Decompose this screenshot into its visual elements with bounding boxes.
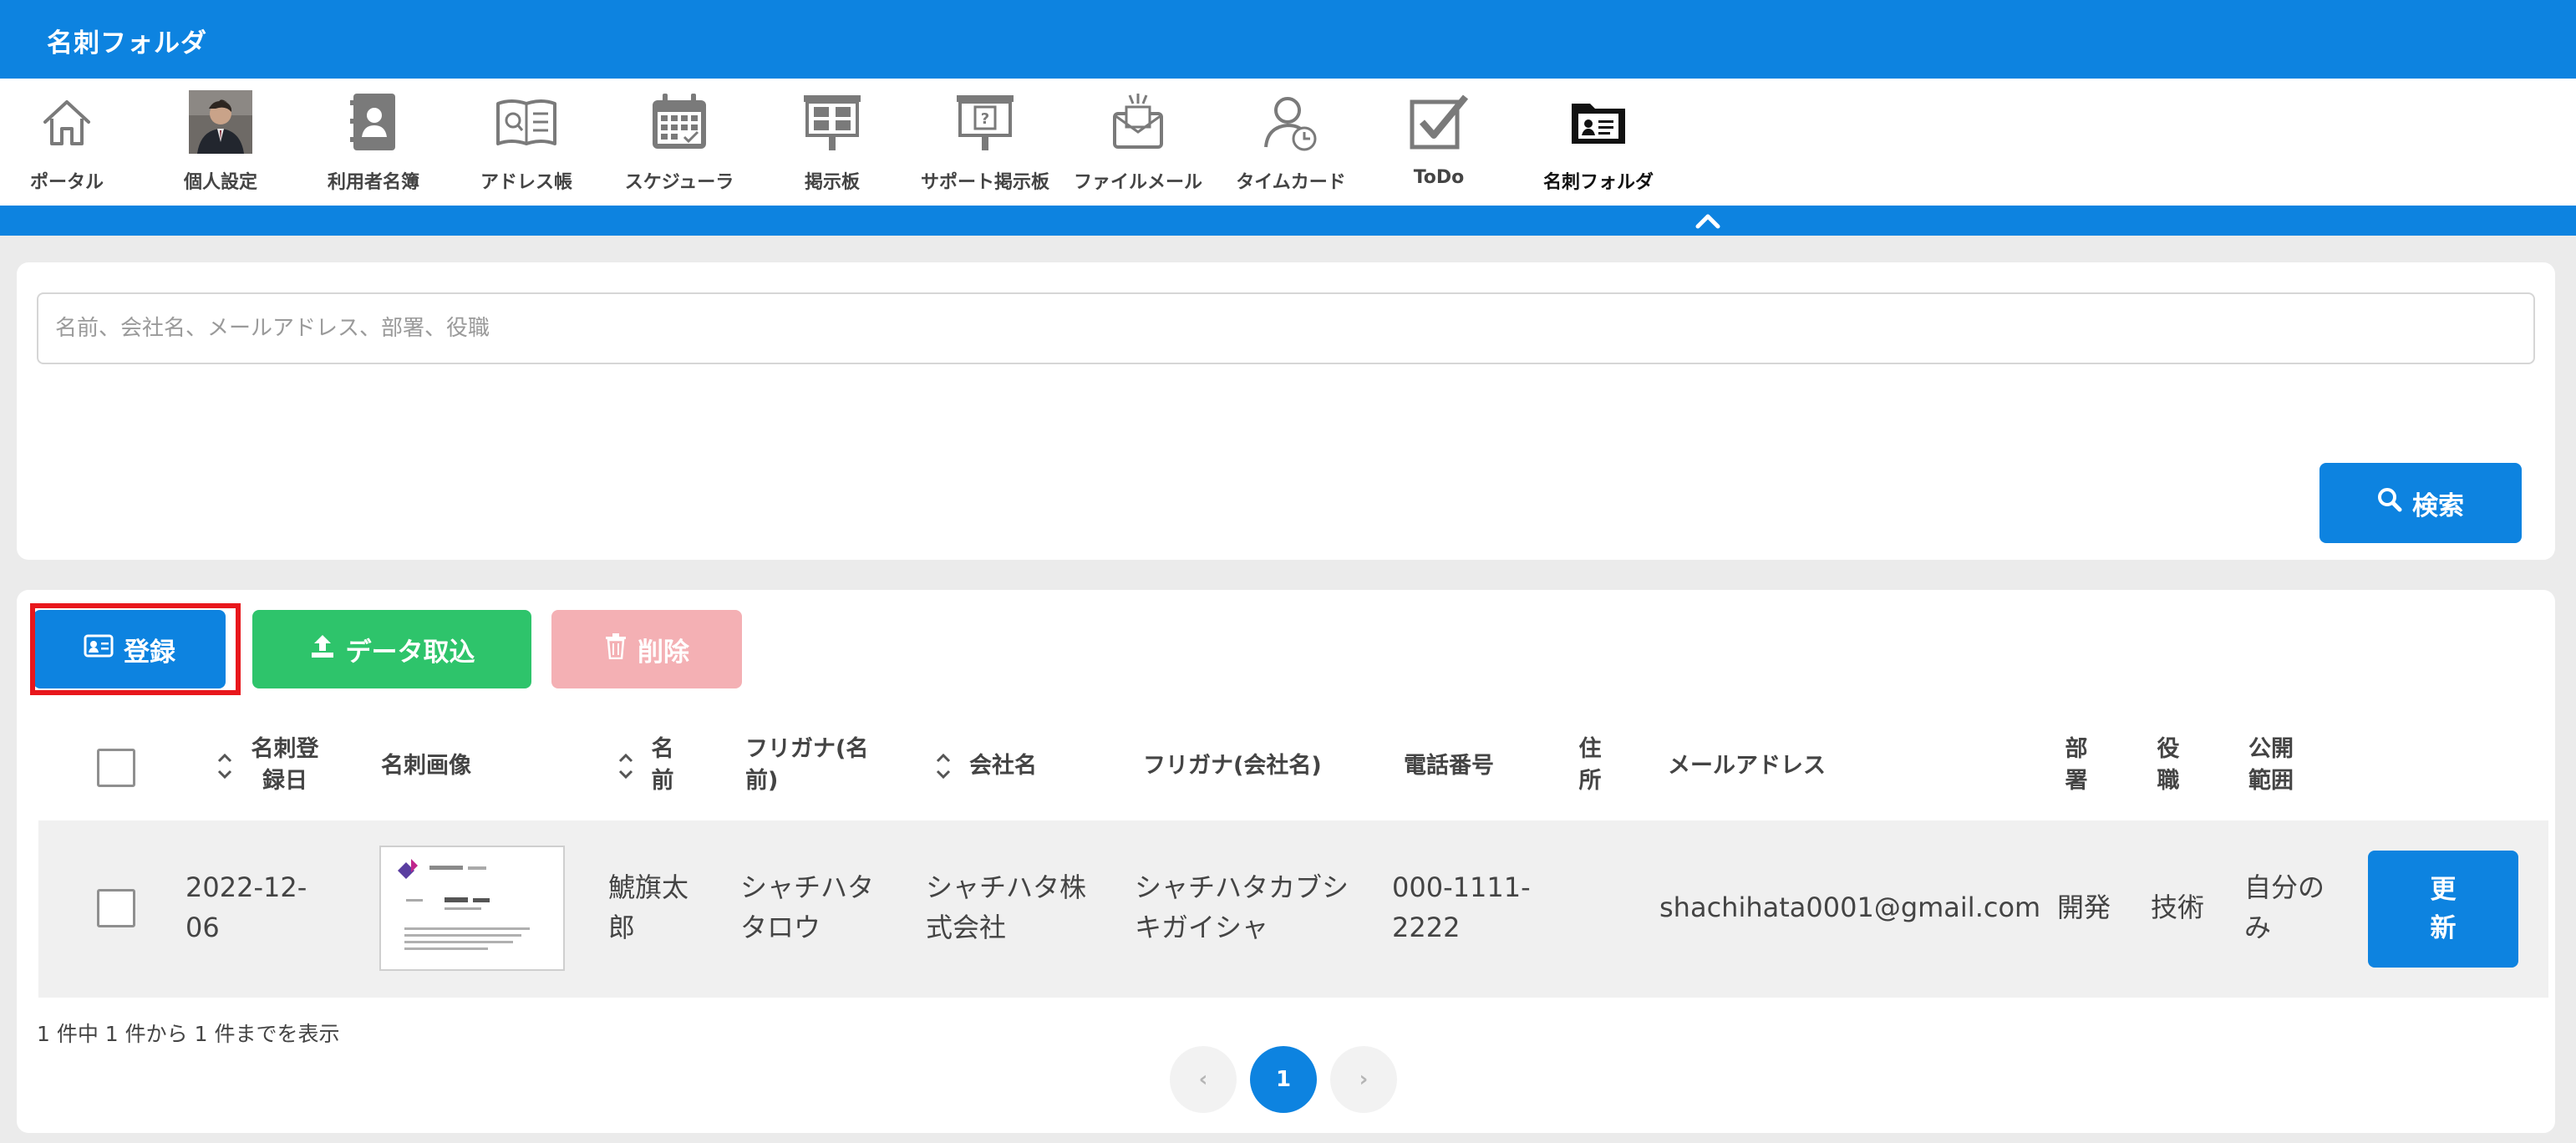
cell-email: shachihata0001@gmail.com [1659, 892, 2041, 923]
app-title: 名刺フォルダ [47, 28, 207, 58]
nav-label: 利用者名簿 [327, 172, 419, 193]
nav-item-business-card-folder[interactable]: 名刺フォルダ [1523, 79, 1674, 206]
data-import-button-label: データ取込 [345, 637, 475, 668]
nav-item-user-directory[interactable]: 利用者名簿 [298, 79, 449, 206]
column-header-company-kana: フリガナ(会社名) [1143, 753, 1322, 779]
table-header: 名刺登録日 名刺画像 名前 フリガナ(名前) 会社名 フリガナ(会社名) 電話番… [38, 712, 2548, 820]
app-header: 名刺フォルダ [0, 0, 2576, 79]
nav-label: ファイルメール [1073, 172, 1202, 193]
chevron-left-icon: ‹ [1198, 1067, 1208, 1092]
cell-name-kana: シャチハタタロウ [740, 871, 875, 943]
cell-company: シャチハタ株式会社 [926, 871, 1087, 943]
sort-icon[interactable] [934, 749, 953, 783]
nav-label: 掲示板 [804, 172, 860, 193]
nav-item-todo[interactable]: ToDo [1364, 79, 1514, 206]
cell-department: 開発 [2057, 892, 2111, 923]
cell-company-kana: シャチハタカブシキガイシャ [1135, 871, 1349, 943]
sort-icon[interactable] [216, 749, 234, 783]
column-header-name-kana: フリガナ(名前) [745, 736, 869, 794]
column-header-registered-date[interactable]: 名刺登録日 [247, 734, 323, 797]
chevron-up-icon[interactable] [1691, 209, 1725, 232]
nav-item-support-board[interactable]: ? サポート掲示板 [910, 79, 1060, 206]
cell-name: 鯱旗太郎 [608, 871, 689, 943]
todo-check-icon [1405, 89, 1472, 155]
pagination-prev-button[interactable]: ‹ [1170, 1046, 1237, 1113]
page-number: 1 [1275, 1067, 1292, 1092]
trash-icon [604, 632, 627, 666]
delete-button[interactable]: 削除 [551, 610, 742, 688]
cell-phone: 000-1111-2222 [1392, 871, 1531, 943]
nav-item-file-mail[interactable]: ファイルメール [1063, 79, 1213, 206]
column-header-phone: 電話番号 [1404, 753, 1494, 779]
column-header-name[interactable]: 名前 [648, 734, 677, 797]
data-import-button[interactable]: データ取込 [252, 610, 531, 688]
bulletin-board-icon [799, 89, 866, 155]
chevron-right-icon: › [1359, 1067, 1369, 1092]
svg-text:?: ? [981, 110, 989, 128]
business-card-list-panel: 登録 データ取込 削除 名刺登録日 名刺画像 名前 フリガナ(名前) 会社名 フ… [17, 590, 2555, 1133]
nav-item-address-book[interactable]: アドレス帳 [451, 79, 602, 206]
nav-label: ToDo [1413, 167, 1465, 188]
user-photo-icon [187, 89, 254, 155]
column-header-address: 住所 [1578, 736, 1602, 794]
sort-icon[interactable] [617, 749, 635, 783]
column-header-email: メールアドレス [1668, 753, 1826, 779]
business-card-folder-icon [1565, 89, 1632, 155]
pagination-next-button[interactable]: › [1330, 1046, 1397, 1113]
nav-label: アドレス帳 [480, 172, 572, 193]
search-panel: 検索 [17, 262, 2555, 560]
file-mail-icon [1105, 89, 1171, 155]
result-count-text: 1 件中 1 件から 1 件までを表示 [37, 1022, 340, 1046]
calendar-icon [646, 89, 713, 155]
nav-item-scheduler[interactable]: スケジューラ [604, 79, 755, 206]
update-button[interactable]: 更新 [2368, 851, 2518, 968]
column-header-card-image: 名刺画像 [381, 753, 471, 779]
app-navbar: ポータル 個人設定 利用者名簿 アドレス帳 スケジューラ 掲示板 ? サポート掲… [0, 79, 2576, 206]
cell-position: 技術 [2151, 892, 2205, 923]
nav-item-personal-settings[interactable]: 個人設定 [145, 79, 296, 206]
nav-label: タイムカード [1236, 172, 1346, 193]
business-card-thumbnail[interactable] [379, 846, 565, 971]
nav-item-portal[interactable]: ポータル [0, 79, 142, 206]
home-icon [33, 89, 100, 155]
pagination-page-button[interactable]: 1 [1250, 1046, 1317, 1113]
nav-collapse-strip [0, 206, 2576, 236]
search-button[interactable]: 検索 [2319, 463, 2522, 543]
update-button-label: 更新 [2430, 875, 2457, 943]
address-book-icon [493, 89, 560, 155]
register-button-highlight [30, 603, 241, 695]
nav-label: スケジューラ [624, 172, 734, 193]
nav-label: ポータル [29, 172, 104, 193]
contact-book-icon [340, 89, 407, 155]
nav-item-bulletin-board[interactable]: 掲示板 [757, 79, 907, 206]
search-icon [2377, 487, 2402, 519]
search-input[interactable] [37, 292, 2535, 364]
row-checkbox[interactable] [97, 889, 135, 927]
search-button-label: 検索 [2412, 490, 2464, 521]
column-header-position: 役職 [2157, 736, 2180, 794]
table-row[interactable]: 2022-12-06 鯱旗太郎 シャチハタタロウ シャチハタ株式会社 シャチハタ… [38, 820, 2548, 998]
delete-button-label: 削除 [638, 637, 689, 668]
select-all-checkbox[interactable] [97, 749, 135, 787]
nav-label: サポート掲示板 [920, 172, 1049, 193]
cell-registered-date: 2022-12-06 [185, 871, 307, 943]
time-card-icon [1258, 89, 1324, 155]
nav-label: 名刺フォルダ [1542, 172, 1654, 193]
nav-label: 個人設定 [183, 172, 257, 193]
cell-visibility: 自分のみ [2244, 871, 2325, 943]
column-header-visibility: 公開範囲 [2248, 736, 2294, 794]
support-board-icon: ? [952, 89, 1019, 155]
nav-item-time-card[interactable]: タイムカード [1216, 79, 1366, 206]
column-header-company[interactable]: 会社名 [969, 750, 1061, 782]
upload-icon [309, 632, 336, 666]
column-header-department: 部署 [2065, 736, 2088, 794]
